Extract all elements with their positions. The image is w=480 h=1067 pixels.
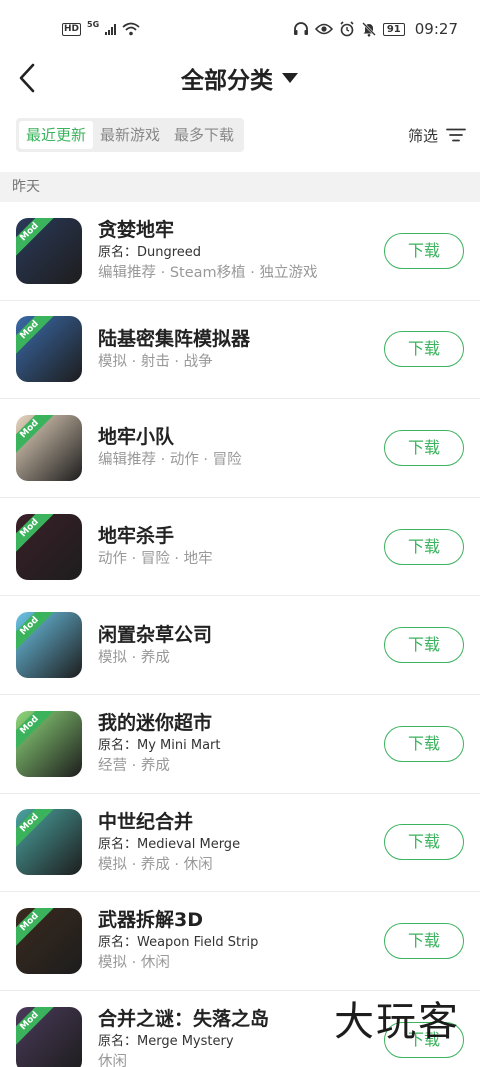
download-button[interactable]: 下载 [384,232,464,269]
eye-icon [314,23,333,35]
app-info[interactable]: 地牢小队 编辑推荐 · 动作 · 冒险 [98,425,384,470]
app-tags: 经营 · 养成 [98,758,170,775]
app-name: 中世纪合并 [98,810,194,833]
app-list: Mod 贪婪地牢 原名：Dungreed 编辑推荐 · Steam移植 · 独立… [0,202,480,1067]
mod-badge: Mod [16,907,56,949]
list-item[interactable]: Mod 中世纪合并 原名：Medieval Merge 模拟 · 养成 · 休闲… [0,794,480,893]
original-name: 原名：My Mini Mart [98,738,221,754]
original-name: 原名：Weapon Field Strip [98,935,259,951]
mod-badge: Mod [16,513,56,554]
list-item[interactable]: Mod 闲置杂草公司 模拟 · 养成 下载 [0,596,480,695]
dungreed-icon[interactable]: Mod [16,217,82,284]
list-item[interactable]: Mod 我的迷你超市 原名：My Mini Mart 经营 · 养成 下载 [0,695,480,794]
original-name: 原名：Dungreed [98,245,202,261]
mod-badge: Mod [16,612,56,653]
tab-new-games[interactable]: 最新游戏 [93,121,167,149]
medieval-merge-icon[interactable]: Mod [16,809,82,876]
network-type: 5G [87,19,100,29]
caret-down-icon [282,73,298,83]
app-info[interactable]: 地牢杀手 动作 · 冒险 · 地牢 [98,524,384,569]
mini-mart-icon[interactable]: Mod [16,710,82,777]
download-button[interactable]: 下载 [384,331,464,368]
download-button[interactable]: 下载 [384,922,464,959]
back-button[interactable] [18,60,48,96]
app-name: 地牢杀手 [98,525,175,548]
app-name: 地牢小队 [98,426,175,449]
watermark-logo: 大玩客 [334,999,460,1045]
headphone-icon [293,22,308,35]
status-left: HD 5G [62,19,140,36]
app-name: 武器拆解3D [98,909,203,932]
filter-bar: 最近更新 最新游戏 最多下载 筛选 [0,98,480,172]
app-tags: 模拟 · 休闲 [98,955,170,972]
mod-badge: Mod [16,316,56,357]
list-item[interactable]: Mod 地牢杀手 动作 · 冒险 · 地牢 下载 [0,498,480,597]
app-name: 闲置杂草公司 [98,623,213,646]
download-button[interactable]: 下载 [384,528,464,565]
mod-badge: Mod [16,1006,56,1047]
filter-label: 筛选 [407,126,438,145]
app-name: 陆基密集阵模拟器 [98,327,251,350]
mod-badge: Mod [16,809,56,850]
filter-icon [446,128,466,142]
app-tags: 动作 · 冒险 · 地牢 [98,551,213,568]
download-button[interactable]: 下载 [384,429,464,466]
app-tags: 模拟 · 养成 · 休闲 [98,856,213,873]
hd-icon: HD [62,22,82,36]
app-tags: 休闲 [98,1054,127,1067]
download-button[interactable]: 下载 [384,725,464,762]
status-right: 91 09:27 [293,20,458,38]
signal-icon [105,23,117,35]
header: 全部分类 [0,58,480,98]
app-info[interactable]: 陆基密集阵模拟器 模拟 · 射击 · 战争 [98,327,384,372]
page-title: 全部分类 [181,68,273,94]
app-name: 贪婪地牢 [98,219,175,242]
app-name: 我的迷你超市 [98,712,213,735]
list-item[interactable]: Mod 地牢小队 编辑推荐 · 动作 · 冒险 下载 [0,399,480,498]
mod-badge: Mod [16,217,56,259]
tab-recent-update[interactable]: 最近更新 [19,121,94,149]
mute-bell-icon [361,22,376,37]
status-time: 09:27 [414,20,458,38]
original-name: 原名：Medieval Merge [98,836,241,852]
app-info[interactable]: 贪婪地牢 原名：Dungreed 编辑推荐 · Steam移植 · 独立游戏 [98,218,384,283]
weapon-strip-icon[interactable]: Mod [16,907,82,974]
category-title-dropdown[interactable]: 全部分类 [181,61,299,95]
ciws-icon[interactable]: Mod [16,316,82,383]
filter-button[interactable]: 筛选 [408,125,466,146]
section-header: 昨天 [0,172,480,202]
list-item[interactable]: Mod 陆基密集阵模拟器 模拟 · 射击 · 战争 下载 [0,301,480,400]
dungeon-squad-icon[interactable]: Mod [16,414,82,481]
wifi-icon [122,22,140,36]
list-item[interactable]: Mod 武器拆解3D 原名：Weapon Field Strip 模拟 · 休闲… [0,892,480,991]
download-button[interactable]: 下载 [384,824,464,861]
merge-mystery-icon[interactable]: Mod [16,1006,82,1067]
app-info[interactable]: 武器拆解3D 原名：Weapon Field Strip 模拟 · 休闲 [98,908,384,973]
app-tags: 模拟 · 养成 [98,649,170,666]
chevron-left-icon [19,63,35,93]
app-info[interactable]: 我的迷你超市 原名：My Mini Mart 经营 · 养成 [98,711,384,776]
status-bar: HD 5G 91 09:27 [0,0,480,58]
download-button[interactable]: 下载 [384,627,464,664]
weed-inc-icon[interactable]: Mod [16,612,82,679]
mod-badge: Mod [16,414,56,456]
battery-icon: 91 [382,22,405,36]
tab-most-downloads[interactable]: 最多下载 [167,121,241,149]
dungeon-killer-icon[interactable]: Mod [16,513,82,580]
alarm-icon [340,21,354,37]
sort-tabs: 最近更新 最新游戏 最多下载 [16,118,245,152]
app-tags: 模拟 · 射击 · 战争 [98,353,213,370]
mod-badge: Mod [16,710,56,752]
app-tags: 编辑推荐 · Steam移植 · 独立游戏 [98,265,318,282]
app-tags: 编辑推荐 · 动作 · 冒险 [98,452,242,469]
list-item[interactable]: Mod 贪婪地牢 原名：Dungreed 编辑推荐 · Steam移植 · 独立… [0,202,480,301]
app-info[interactable]: 闲置杂草公司 模拟 · 养成 [98,623,384,668]
app-info[interactable]: 中世纪合并 原名：Medieval Merge 模拟 · 养成 · 休闲 [98,810,384,875]
